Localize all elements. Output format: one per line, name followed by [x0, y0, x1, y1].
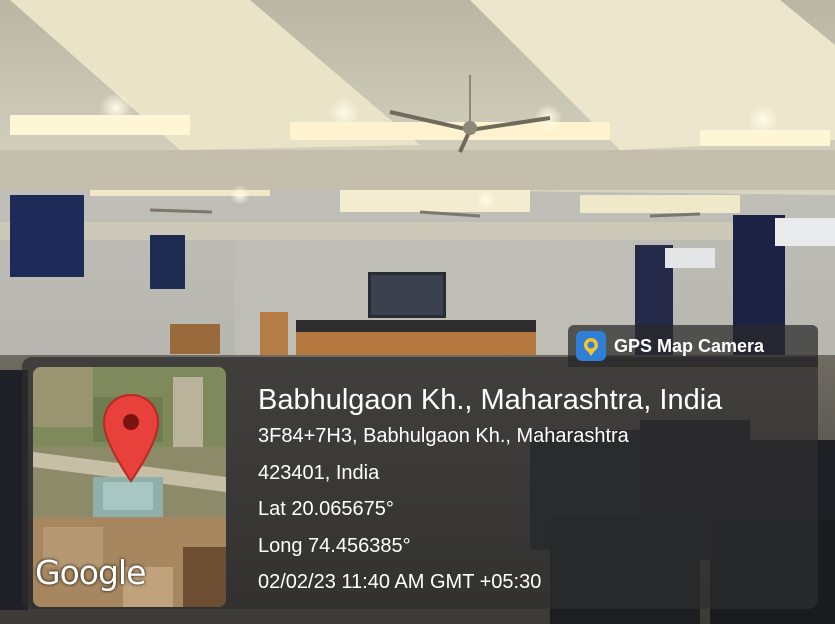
- latitude: Lat 20.065675°: [258, 498, 394, 520]
- location-info: Babhulgaon Kh., Maharashtra, India 3F84+…: [258, 382, 722, 601]
- timestamp: 02/02/23 11:40 AM GMT +05:30: [258, 571, 542, 593]
- badge-label: GPS Map Camera: [614, 335, 765, 356]
- gps-map-camera-badge: GPS Map Camera: [568, 325, 818, 367]
- map-brand-label: Google: [35, 553, 146, 592]
- location-map-thumbnail: Google: [33, 367, 226, 607]
- map-pin-icon: [576, 331, 606, 361]
- map-pin-marker: [102, 393, 160, 483]
- address-line-2: 423401, India: [258, 461, 380, 484]
- address-line-1: 3F84+7H3, Babhulgaon Kh., Maharashtra: [258, 425, 629, 447]
- longitude: Long 74.456385°: [258, 534, 411, 557]
- location-title: Babhulgaon Kh., Maharashtra, India: [258, 384, 723, 416]
